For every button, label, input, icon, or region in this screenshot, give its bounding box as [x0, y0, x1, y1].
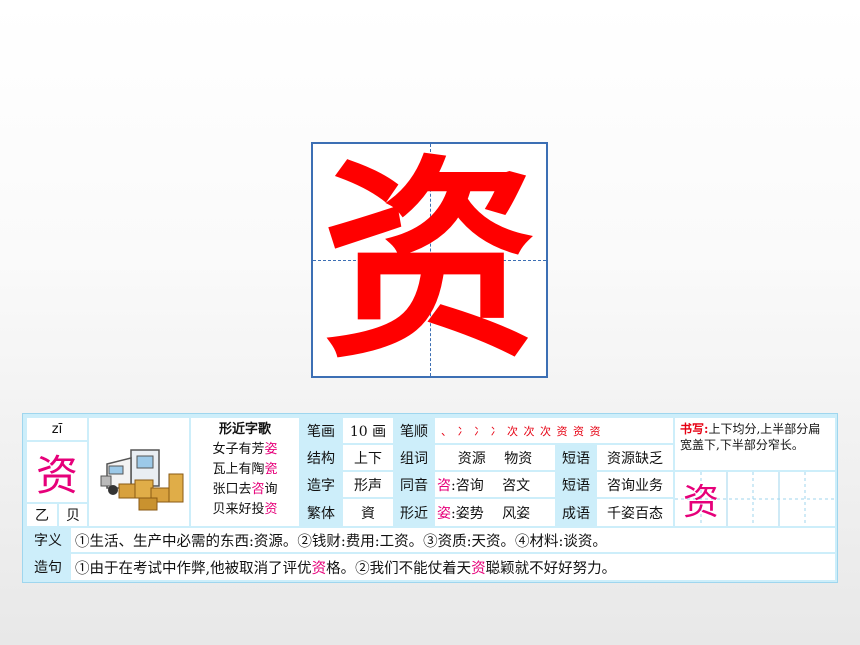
similar-highlight: 姿: [437, 505, 451, 522]
idiom-label: 成语: [557, 499, 595, 526]
writing-practice-grid: 资: [675, 472, 835, 526]
phrase-label-2: 短语: [557, 472, 595, 497]
similar-text: :姿势 风姿: [451, 505, 531, 522]
rhyme-highlight: 咨: [251, 482, 265, 497]
homophone-text: :咨询 咨文: [451, 477, 531, 494]
phrase-value: 资源缺乏: [597, 445, 673, 470]
structure-value: 上下: [343, 445, 393, 470]
rhyme-title: 形近字歌: [218, 422, 271, 437]
phrase-label: 短语: [557, 445, 595, 470]
writing-guide: 书写:上下均分,上半部分扁宽盖下,下半部分窄长。: [675, 418, 835, 470]
rhyme-line-tail: 询: [264, 482, 278, 497]
homophone-label: 同音: [395, 472, 433, 497]
homophone-value: 咨:咨询 咨文: [435, 472, 555, 497]
rhyme-highlight: 资: [264, 502, 278, 517]
traditional-value: 資: [343, 499, 393, 526]
words-value: 资源 物资: [435, 445, 555, 470]
sentence-part: 格。②我们不能仗着天: [326, 560, 472, 577]
sentence-highlight: 资: [311, 560, 327, 577]
character-grid: 资: [311, 142, 548, 378]
rhyme-line: 张口去咨询: [191, 480, 299, 500]
rhyme-line: 贝来好投资: [191, 500, 299, 520]
rhyme-block: 形近字歌 女子有芳姿 瓦上有陶瓷 张口去咨询 贝来好投资: [191, 418, 299, 526]
words-label: 组词: [395, 445, 433, 470]
structure-label: 结构: [301, 445, 341, 470]
stroke-order-value: 、 冫 冫 冫 次 次 次 资 资 资: [435, 418, 673, 443]
strokes-value: 10 画: [343, 418, 393, 443]
meaning-label: 字义: [27, 528, 69, 552]
rhyme-highlight: 瓷: [264, 462, 278, 477]
rhyme-line: 女子有芳姿: [191, 440, 299, 460]
stroke-order-label: 笔顺: [395, 418, 433, 443]
pinyin: zī: [27, 418, 87, 440]
rhyme-line-text: 瓦上有陶: [212, 462, 265, 477]
main-character: 资: [322, 133, 537, 387]
rhyme-line-text: 贝来好投: [212, 502, 265, 517]
writing-sample: 资: [682, 482, 719, 523]
truck-illustration: [89, 418, 189, 526]
sentence-part: ①由于在考试中作弊,他被取消了评优: [75, 560, 312, 577]
writing-label: 书写:: [680, 422, 709, 436]
sentence-text: ①由于在考试中作弊,他被取消了评优资格。②我们不能仗着天资聪颖就不好好努力。: [71, 554, 835, 580]
rhyme-highlight: 姿: [264, 442, 278, 457]
formation-value: 形声: [343, 472, 393, 497]
rhyme-line: 瓦上有陶瓷: [191, 460, 299, 480]
sentence-highlight: 资: [471, 560, 486, 577]
sentence-label: 造句: [27, 554, 69, 580]
character-card: zī 资 乙 贝 形近字歌 女子有芳姿 瓦上有陶瓷 张口去咨询 贝来好投资 笔画…: [22, 413, 838, 583]
meaning-text: ①生活、生产中必需的东西:资源。②钱财:费用:工资。③资质:天资。④材料:谈资。: [71, 528, 835, 552]
radical: 贝: [59, 504, 87, 526]
traditional-label: 繁体: [301, 499, 341, 526]
similar-label: 形近: [395, 499, 433, 526]
strokes-label: 笔画: [301, 418, 341, 443]
radical-label: 乙: [27, 504, 57, 526]
homophone-highlight: 咨: [437, 477, 451, 494]
phrase-value-2: 咨询业务: [597, 472, 673, 497]
rhyme-line-text: 女子有芳: [212, 442, 265, 457]
formation-label: 造字: [301, 472, 341, 497]
similar-value: 姿:姿势 风姿: [435, 499, 555, 526]
idiom-value: 千姿百态: [597, 499, 673, 526]
card-character: 资: [27, 442, 87, 502]
rhyme-line-text: 张口去: [212, 482, 252, 497]
sentence-part: 聪颖就不好好努力。: [485, 560, 617, 577]
